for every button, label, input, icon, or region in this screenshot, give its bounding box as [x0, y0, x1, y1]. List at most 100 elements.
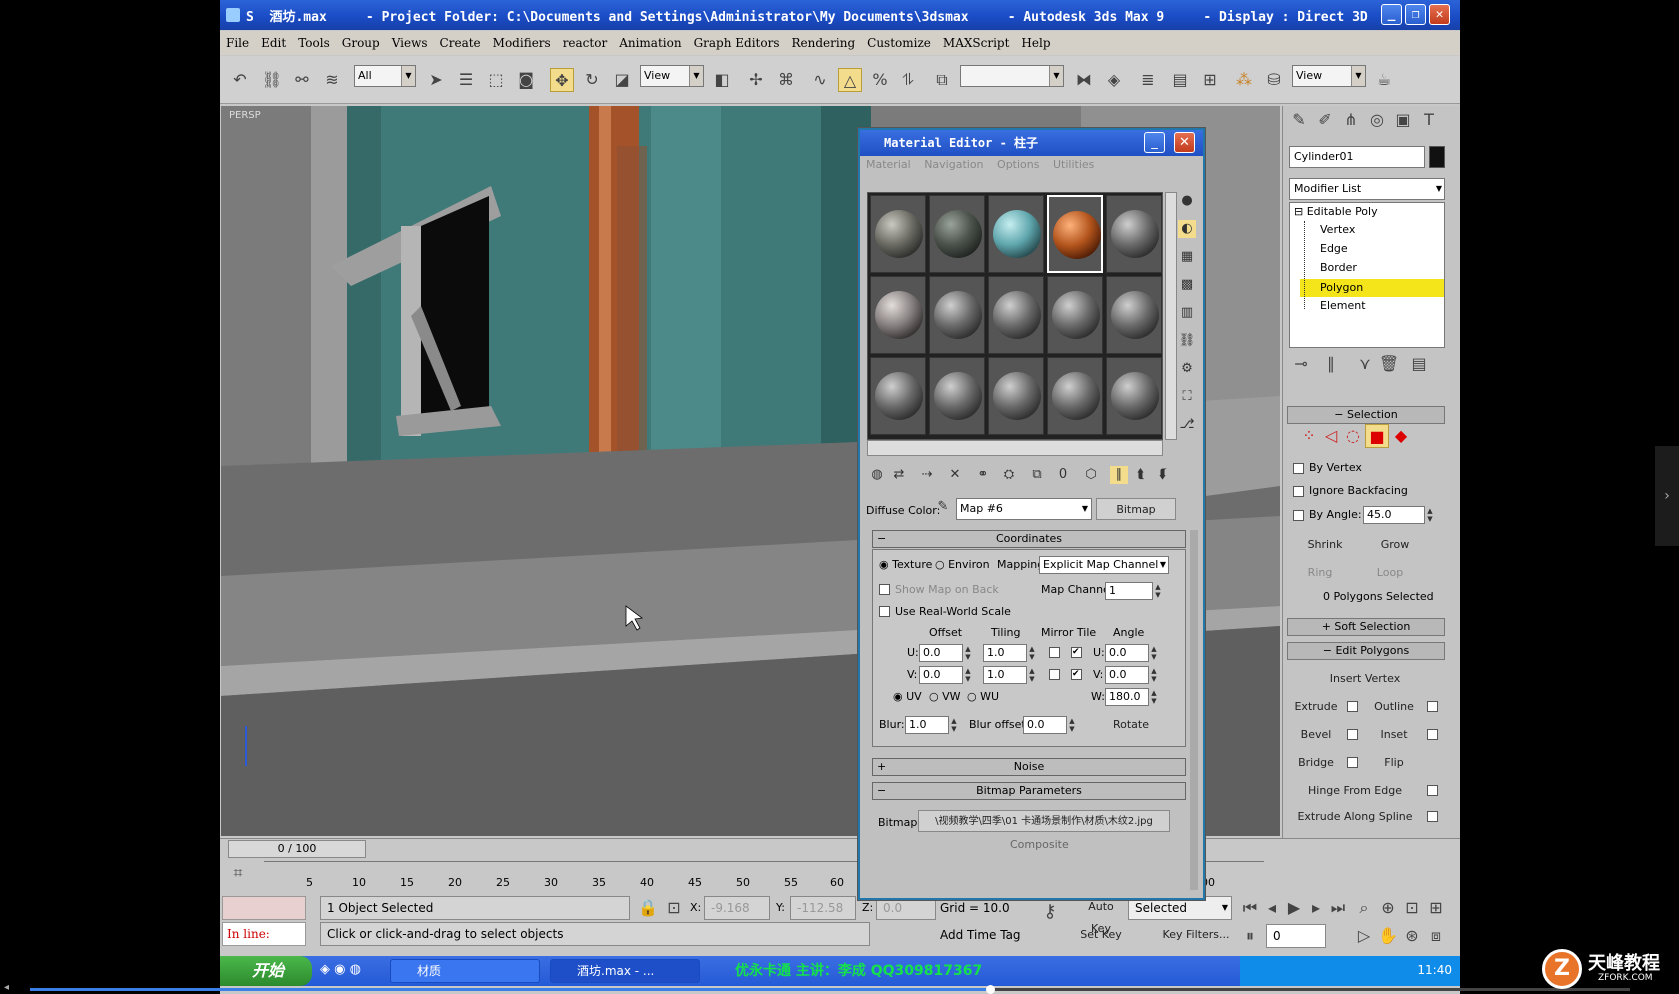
bevel-button[interactable]: Bevel	[1287, 724, 1345, 746]
element-mode-icon[interactable]: ◆	[1389, 424, 1413, 448]
modify-tab-icon[interactable]: ✐	[1313, 108, 1337, 132]
put-to-scene-icon[interactable]: ⇄	[890, 466, 908, 484]
lock-selection-icon[interactable]: 🔒	[636, 896, 660, 920]
sample-slot[interactable]	[1106, 195, 1162, 273]
spinner-snap-icon[interactable]: ⥮	[896, 68, 920, 92]
render-scene-icon[interactable]: ⛁	[1262, 68, 1286, 92]
task-explorer-window[interactable]: 材质	[390, 959, 540, 983]
player-side-arrow[interactable]: ›	[1655, 446, 1679, 546]
remove-modifier-icon[interactable]: 🗑	[1377, 352, 1401, 376]
pick-material-icon[interactable]: ✎	[934, 498, 952, 516]
sample-slot[interactable]	[870, 276, 926, 354]
ignore-backfacing-checkbox[interactable]	[1293, 486, 1304, 497]
hierarchy-tab-icon[interactable]: ⋔	[1339, 108, 1363, 132]
menu-rendering[interactable]: Rendering	[792, 36, 856, 50]
menu-customize[interactable]: Customize	[867, 36, 931, 50]
go-to-parent-icon[interactable]: ⮬	[1132, 466, 1150, 484]
stack-item-element[interactable]: Element	[1320, 299, 1366, 312]
u-offset-spinner[interactable]: 0.0 ▲ ▼	[919, 644, 971, 662]
play-icon[interactable]: ▶	[1282, 896, 1306, 920]
show-end-result-icon[interactable]: ∥	[1319, 352, 1343, 376]
prev-frame-icon[interactable]: ◂	[1260, 896, 1284, 920]
put-to-library-icon[interactable]: ⛭	[1000, 466, 1018, 484]
make-unique-icon[interactable]: ⚭	[974, 466, 992, 484]
menu-tools[interactable]: Tools	[298, 36, 330, 50]
menu-file[interactable]: File	[226, 36, 249, 50]
mirror-icon[interactable]: ⧓	[1072, 68, 1096, 92]
sample-type-icon[interactable]: ●	[1178, 192, 1196, 210]
menu-views[interactable]: Views	[392, 36, 428, 50]
sample-slot[interactable]	[1106, 357, 1162, 435]
select-by-name-icon[interactable]: ☰	[454, 68, 478, 92]
minimize-button[interactable]: _	[1381, 4, 1402, 25]
goto-start-icon[interactable]: ⏮	[1238, 896, 1262, 920]
outline-button[interactable]: Outline	[1365, 696, 1423, 718]
stack-item-polygon[interactable]: Polygon	[1300, 279, 1444, 297]
rollout-bitmap-parameters[interactable]: − Bitmap Parameters	[872, 782, 1186, 800]
go-forward-sibling-icon[interactable]: ⮮	[1154, 466, 1172, 484]
uv-radio[interactable]: ◉ UV	[893, 690, 922, 703]
select-manipulate-icon[interactable]: ✢	[744, 68, 768, 92]
curve-editor-icon[interactable]: ▤	[1168, 68, 1192, 92]
time-slider[interactable]: 0 / 100	[228, 840, 366, 858]
motion-tab-icon[interactable]: ◎	[1365, 108, 1389, 132]
sample-slot[interactable]	[929, 357, 985, 435]
wu-radio[interactable]: ○ WU	[967, 690, 999, 703]
utilities-tab-icon[interactable]: T	[1417, 108, 1441, 132]
sample-slot[interactable]	[1106, 276, 1162, 354]
flip-button[interactable]: Flip	[1365, 752, 1423, 774]
texture-radio[interactable]: ◉ Texture	[879, 558, 932, 571]
zoom-all-icon[interactable]: ⊕	[1376, 896, 1400, 920]
mapping-dropdown[interactable]: Explicit Map Channel ▼	[1039, 556, 1169, 574]
v-offset-spinner[interactable]: 0.0 ▲ ▼	[919, 666, 971, 684]
bridge-settings-icon[interactable]	[1347, 757, 1358, 768]
u-tiling-spinner[interactable]: 1.0 ▲ ▼	[983, 644, 1035, 662]
snap-3d-icon[interactable]: ∿	[808, 68, 832, 92]
material-id-icon[interactable]: 0	[1054, 466, 1072, 484]
next-frame-icon[interactable]: ▸	[1304, 896, 1328, 920]
keyboard-shortcut-icon[interactable]: ⌘	[774, 68, 798, 92]
move-icon[interactable]: ✥	[550, 68, 574, 92]
bind-space-warp-icon[interactable]: ≋	[320, 68, 344, 92]
layer-manager-icon[interactable]: ≣	[1136, 68, 1160, 92]
material-editor-scrollbar[interactable]	[1190, 530, 1198, 890]
field-of-view-icon[interactable]: ▷	[1352, 924, 1376, 948]
vertex-mode-icon[interactable]: ⁘	[1297, 424, 1321, 448]
close-button[interactable]: ✕	[1429, 4, 1450, 25]
extrude-spline-settings-icon[interactable]	[1427, 811, 1438, 822]
ref-coord-dropdown[interactable]: View ▼	[640, 65, 704, 87]
sample-slot[interactable]	[988, 195, 1044, 273]
rollout-selection[interactable]: − Selection	[1287, 406, 1445, 424]
sample-slot[interactable]	[870, 357, 926, 435]
assign-to-selection-icon[interactable]: ⇢	[918, 466, 936, 484]
key-mode-toggle-icon[interactable]: ⏸	[1238, 924, 1262, 948]
start-button[interactable]: 开始	[220, 956, 312, 986]
quick-render-icon[interactable]: ☕	[1372, 68, 1396, 92]
display-tab-icon[interactable]: ▣	[1391, 108, 1415, 132]
show-end-result-icon[interactable]: ∥	[1110, 466, 1128, 484]
key-icon[interactable]: ⚷	[1038, 900, 1062, 924]
make-preview-icon[interactable]: ⛓	[1178, 332, 1196, 350]
menu-help[interactable]: Help	[1021, 36, 1050, 50]
sample-slot[interactable]	[1047, 276, 1103, 354]
real-world-scale-checkbox[interactable]	[879, 606, 890, 617]
menu-edit[interactable]: Edit	[261, 36, 286, 50]
me-menu-options[interactable]: Options	[997, 158, 1039, 171]
show-map-on-back-checkbox[interactable]	[879, 584, 890, 595]
grow-button[interactable]: Grow	[1365, 534, 1425, 556]
rotate-button[interactable]: Rotate	[1099, 714, 1163, 736]
v-angle-spinner[interactable]: 0.0 ▲ ▼	[1105, 666, 1157, 684]
video-check-icon[interactable]: ▥	[1178, 304, 1196, 322]
bridge-button[interactable]: Bridge	[1287, 752, 1345, 774]
stack-item-edge[interactable]: Edge	[1320, 242, 1348, 255]
material-editor-close-button[interactable]: ✕	[1174, 132, 1195, 153]
menu-modifiers[interactable]: Modifiers	[493, 36, 551, 50]
border-mode-icon[interactable]: ◌	[1341, 424, 1365, 448]
create-tab-icon[interactable]: ✎	[1287, 108, 1311, 132]
sample-slot-active[interactable]	[1047, 195, 1103, 273]
edge-mode-icon[interactable]: ◁	[1319, 424, 1343, 448]
extrude-along-spline-button[interactable]: Extrude Along Spline	[1287, 806, 1423, 828]
orbit-icon[interactable]: ⊛	[1400, 924, 1424, 948]
extrude-button[interactable]: Extrude	[1287, 696, 1345, 718]
pivot-center-icon[interactable]: ◧	[710, 68, 734, 92]
